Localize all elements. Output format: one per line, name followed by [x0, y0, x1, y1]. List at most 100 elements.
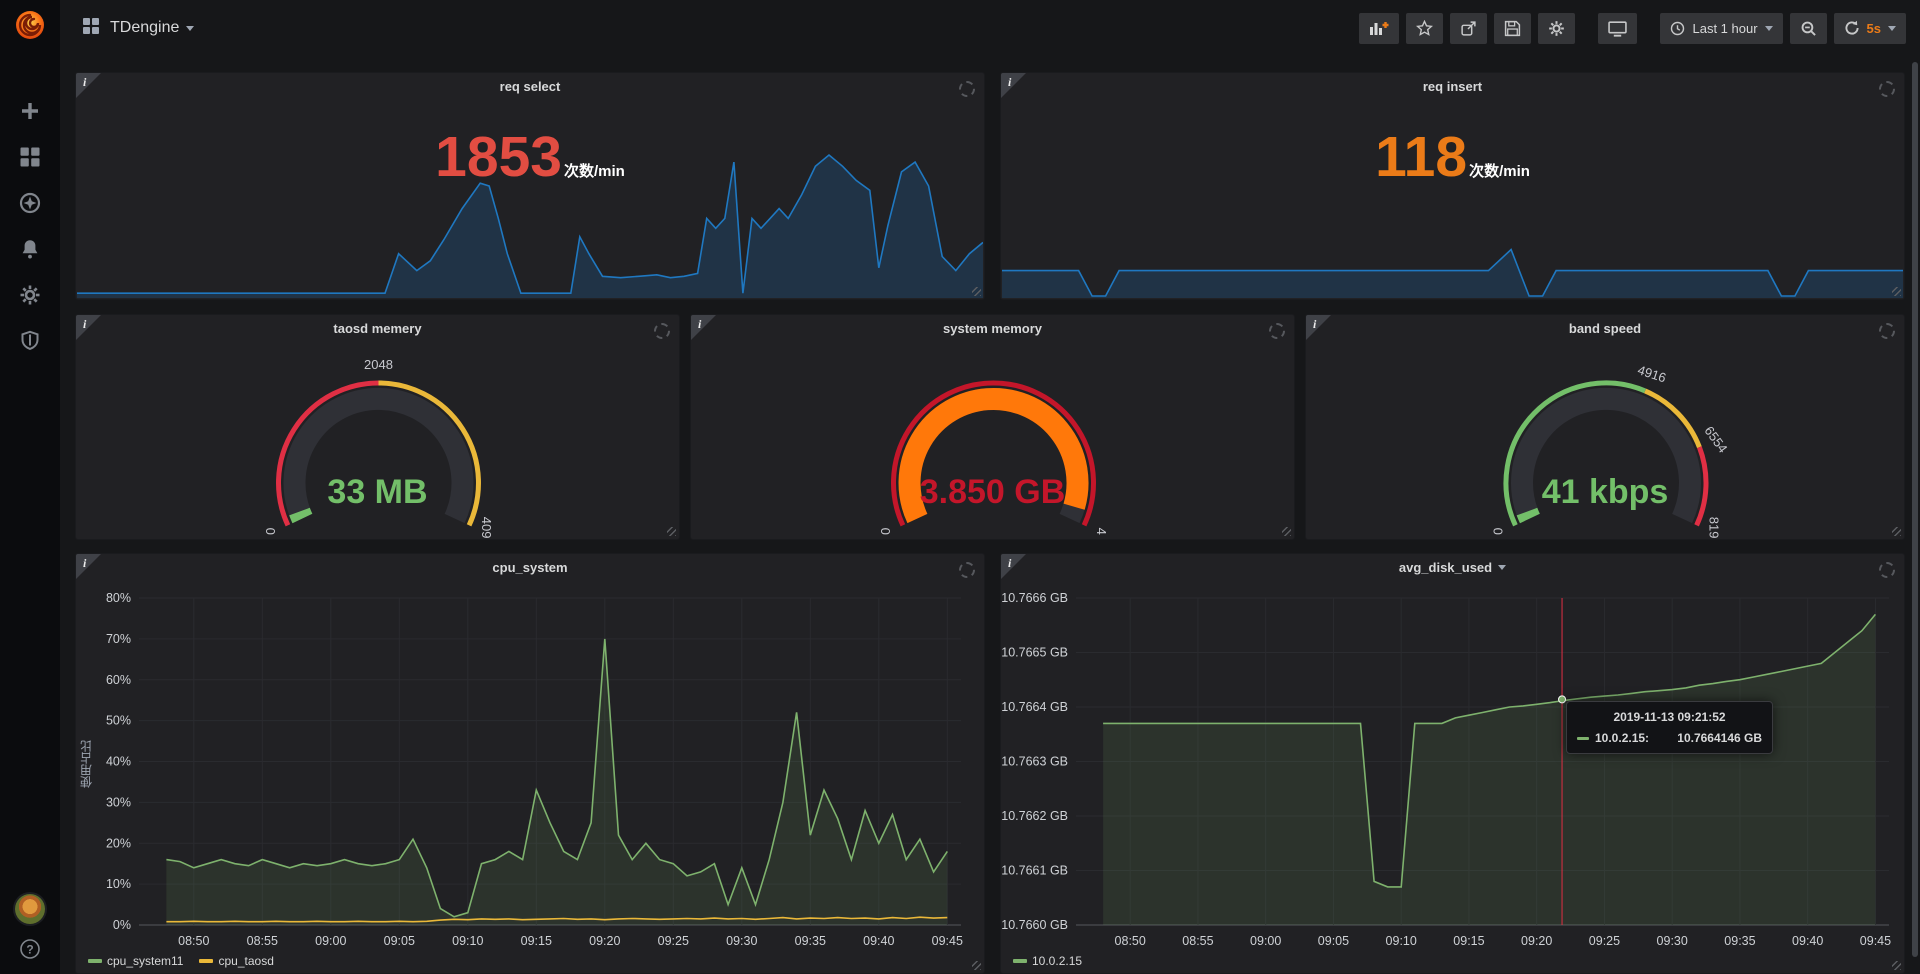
svg-text:10.7661 GB: 10.7661 GB — [1001, 864, 1068, 878]
svg-text:10.7665 GB: 10.7665 GB — [1001, 646, 1068, 660]
sidebar-item-explore[interactable] — [19, 192, 41, 214]
panel-info-corner[interactable] — [1306, 315, 1331, 340]
user-avatar[interactable] — [15, 894, 45, 924]
gauge-value: 3.850 GB — [691, 473, 1294, 512]
panel-title-text: system memory — [943, 315, 1042, 342]
svg-text:09:20: 09:20 — [589, 934, 620, 948]
panel-title-req-insert[interactable]: req insert — [1001, 73, 1904, 100]
panel-resize-handle[interactable] — [972, 961, 981, 970]
cpu-system-legend: cpu_system11 cpu_taosd — [88, 954, 274, 968]
refresh-interval-label: 5s — [1867, 21, 1881, 36]
sidebar-item-dashboards[interactable] — [19, 146, 41, 168]
svg-text:09:00: 09:00 — [315, 934, 346, 948]
save-button[interactable] — [1494, 13, 1531, 44]
svg-text:0%: 0% — [113, 918, 131, 932]
gear-icon — [1548, 20, 1565, 37]
gauge-value: 41 kbps — [1306, 473, 1904, 512]
panel-title-system-memory[interactable]: system memory — [691, 315, 1294, 342]
tv-icon — [1608, 20, 1627, 37]
time-range-picker[interactable]: Last 1 hour — [1660, 13, 1782, 44]
panel-title-text: req insert — [1423, 73, 1482, 100]
dashboard-settings-button[interactable] — [1538, 13, 1575, 44]
refresh-button[interactable]: 5s — [1834, 13, 1906, 44]
svg-text:09:45: 09:45 — [1860, 934, 1891, 948]
navbar-actions: Last 1 hour 5s — [1359, 13, 1906, 44]
panel-title-cpu-system[interactable]: cpu_system — [76, 554, 984, 581]
svg-text:50%: 50% — [106, 714, 131, 728]
svg-text:09:20: 09:20 — [1521, 934, 1552, 948]
panel-resize-handle[interactable] — [1892, 287, 1901, 296]
dashboard-title: TDengine — [110, 19, 179, 37]
info-icon: i — [83, 556, 86, 571]
cpu-system-chart[interactable]: 0%10%20%30%40%50%60%70%80%08:5008:5509:0… — [76, 554, 984, 973]
cycle-view-button[interactable] — [1598, 13, 1637, 44]
panel-avg-disk-used: i avg_disk_used 10.7660 GB10.7661 GB10.7… — [1000, 553, 1905, 974]
panel-resize-handle[interactable] — [1892, 527, 1901, 536]
panel-resize-handle[interactable] — [1282, 527, 1291, 536]
tooltip-row: 10.0.2.15: 10.7664146 GB — [1577, 731, 1762, 745]
panel-info-corner[interactable] — [1001, 73, 1026, 98]
svg-text:10.7663 GB: 10.7663 GB — [1001, 755, 1068, 769]
refresh-icon — [1844, 20, 1860, 36]
svg-text:09:40: 09:40 — [863, 934, 894, 948]
save-icon — [1504, 20, 1521, 37]
panel-info-corner[interactable] — [1001, 554, 1026, 579]
svg-text:08:55: 08:55 — [247, 934, 278, 948]
add-panel-button[interactable] — [1359, 13, 1399, 44]
svg-text:10.7666 GB: 10.7666 GB — [1001, 591, 1068, 605]
big-value: 1853 — [435, 129, 562, 186]
panel-title-taosd-memory[interactable]: taosd memery — [76, 315, 679, 342]
legend-item-10-0-2-15[interactable]: 10.0.2.15 — [1013, 954, 1082, 968]
loading-spinner-icon — [959, 562, 975, 578]
dashboard-title-button[interactable]: TDengine — [110, 19, 194, 37]
panel-resize-handle[interactable] — [667, 527, 676, 536]
legend-item-cpu-taosd[interactable]: cpu_taosd — [199, 954, 273, 968]
page-scrollbar[interactable] — [1912, 62, 1918, 957]
panel-info-corner[interactable] — [76, 315, 101, 340]
info-icon: i — [1313, 317, 1316, 332]
sidebar-item-configuration[interactable] — [19, 284, 41, 306]
info-icon: i — [1008, 75, 1011, 90]
svg-text:09:15: 09:15 — [1453, 934, 1484, 948]
tooltip-series-swatch — [1577, 737, 1589, 740]
panel-title-avg-disk-used[interactable]: avg_disk_used — [1001, 554, 1904, 581]
panel-resize-handle[interactable] — [1892, 961, 1901, 970]
grafana-logo[interactable] — [10, 5, 50, 50]
sidebar-item-help[interactable]: ? — [19, 938, 41, 960]
plus-icon — [19, 100, 41, 122]
svg-text:4: 4 — [1094, 528, 1109, 535]
gauge-value: 33 MB — [76, 473, 679, 512]
svg-text:10.7660 GB: 10.7660 GB — [1001, 918, 1068, 932]
sidebar-item-server-admin[interactable] — [19, 330, 41, 352]
legend-swatch — [1013, 959, 1027, 963]
star-button[interactable] — [1406, 13, 1443, 44]
loading-spinner-icon — [1879, 562, 1895, 578]
svg-text:4096: 4096 — [479, 517, 494, 540]
svg-text:09:15: 09:15 — [521, 934, 552, 948]
zoom-out-button[interactable] — [1790, 13, 1827, 44]
y-axis-label: 使用占比 — [78, 614, 94, 914]
panel-info-corner[interactable] — [76, 73, 101, 98]
shield-icon — [19, 330, 41, 352]
svg-text:0: 0 — [878, 528, 893, 535]
legend-item-cpu-system11[interactable]: cpu_system11 — [88, 954, 183, 968]
panel-info-corner[interactable] — [76, 554, 101, 579]
chevron-down-icon — [1765, 26, 1773, 31]
share-button[interactable] — [1450, 13, 1487, 44]
big-value: 118 — [1375, 129, 1467, 186]
panel-title-req-select[interactable]: req select — [76, 73, 984, 100]
navbar-left: TDengine — [82, 17, 194, 40]
apps-grid-icon[interactable] — [82, 17, 100, 40]
sidebar-item-alerting[interactable] — [19, 238, 41, 260]
grafana-logo-icon — [10, 5, 50, 45]
panel-resize-handle[interactable] — [972, 287, 981, 296]
panel-title-band-speed[interactable]: band speed — [1306, 315, 1904, 342]
sidebar-item-create[interactable] — [19, 100, 41, 122]
svg-text:10.7662 GB: 10.7662 GB — [1001, 809, 1068, 823]
panel-info-corner[interactable] — [691, 315, 716, 340]
chevron-down-icon — [186, 26, 194, 31]
svg-text:4916: 4916 — [1636, 362, 1668, 385]
tooltip-value: 10.7664146 GB — [1677, 731, 1762, 745]
svg-text:0: 0 — [263, 528, 278, 535]
avg-disk-used-chart[interactable]: 10.7660 GB 10.7661 GB 10.7662 GB 10.7663 GB… — [1001, 554, 1904, 973]
